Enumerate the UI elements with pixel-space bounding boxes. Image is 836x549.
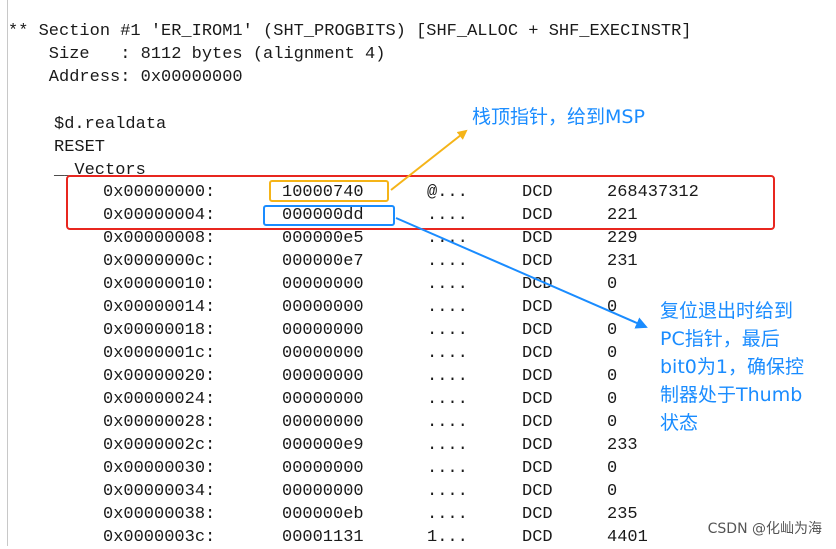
msp-annotation: 栈顶指针，给到MSP xyxy=(472,106,645,128)
annotation-arrows xyxy=(390,129,648,329)
reset-arrow xyxy=(395,217,648,329)
reset-annotation-line-4: 制器处于Thumb xyxy=(660,384,803,406)
reset-annotation-line-3: bit0为1，确保控 xyxy=(660,356,804,378)
reset-annotation-line-2: PC指针，最后 xyxy=(660,328,780,350)
msp-arrow xyxy=(390,129,468,191)
csdn-watermark: CSDN @化屾为海 xyxy=(707,521,822,537)
reset-annotation-line-5: 状态 xyxy=(660,412,699,434)
reset-annotation-line-1: 复位退出时给到 xyxy=(660,300,794,322)
